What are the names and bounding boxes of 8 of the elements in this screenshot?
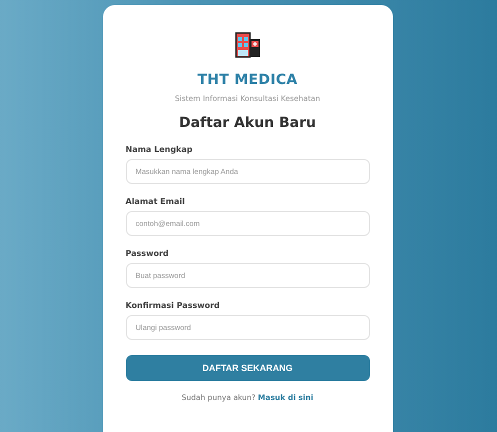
field-label: Konfirmasi Password [126,301,220,310]
field-label: Password [126,249,169,258]
form-heading: Daftar Akun Baru [178,115,316,131]
hospital-icon [234,32,260,58]
field-label: Nama Lengkap [126,145,193,154]
brand-title: THT MEDICA [197,72,298,88]
register-button[interactable]: DAFTAR SEKARANG [126,355,370,381]
field-label: Alamat Email [126,197,185,206]
